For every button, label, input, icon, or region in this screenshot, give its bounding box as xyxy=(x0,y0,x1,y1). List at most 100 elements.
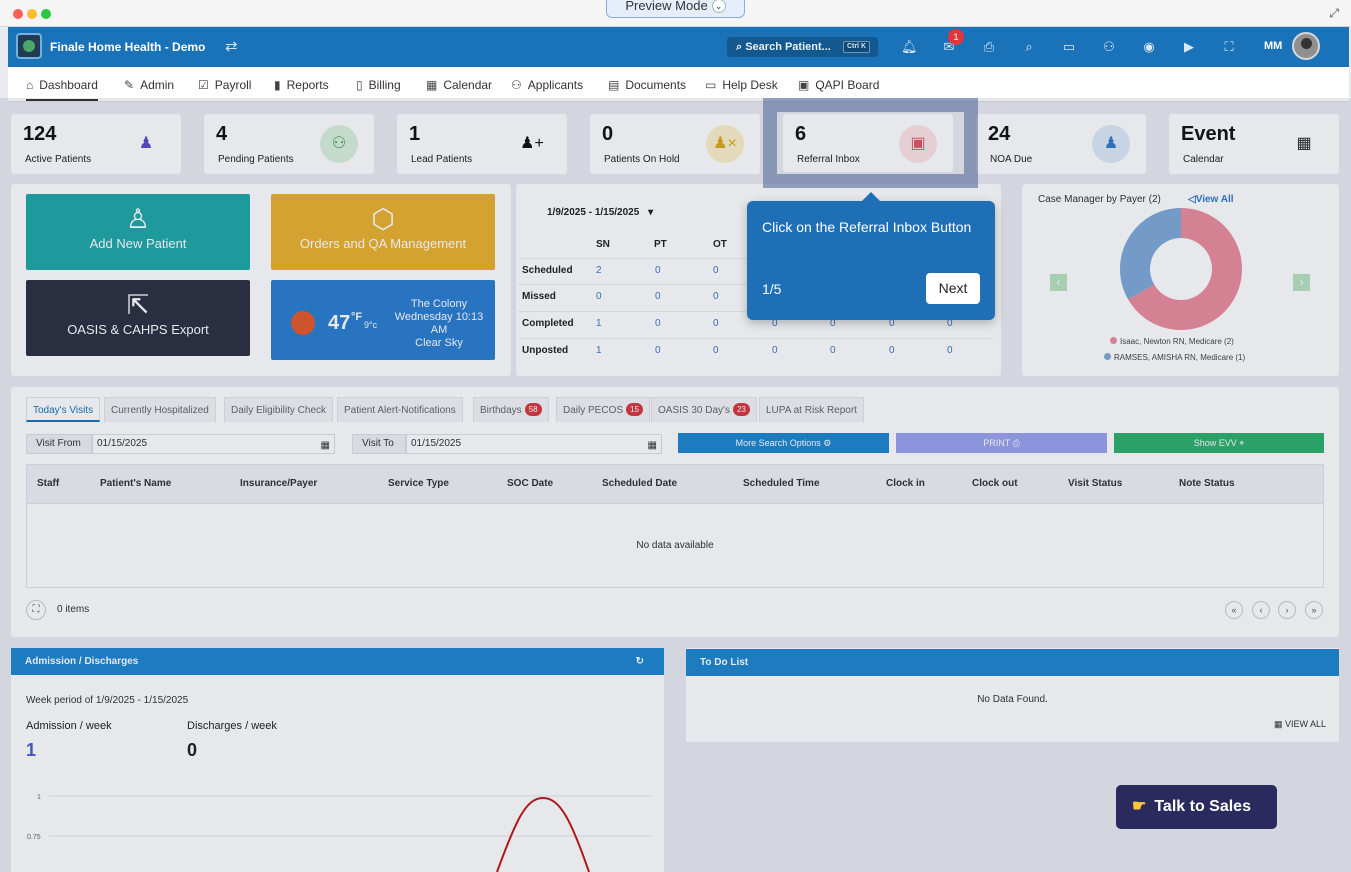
maximize-window-dot[interactable] xyxy=(41,9,51,19)
nav-calendar[interactable]: ▦ Calendar xyxy=(426,78,492,92)
cell[interactable]: 0 xyxy=(713,291,719,302)
tab-currently-hospitalized[interactable]: Currently Hospitalized xyxy=(104,397,216,422)
cell[interactable]: 0 xyxy=(947,345,953,356)
calendar-icon: ▦ xyxy=(426,78,438,92)
add-new-patient-tile[interactable]: ♙ Add New Patient xyxy=(26,194,250,270)
cell[interactable]: 0 xyxy=(655,265,661,276)
cell[interactable]: 0 xyxy=(889,345,895,356)
stat-patients-on-hold[interactable]: 0 Patients On Hold ♟× xyxy=(590,114,760,174)
tab-daily-eligibility[interactable]: Daily Eligibility Check xyxy=(224,397,334,422)
th-visit-status[interactable]: Visit Status xyxy=(1068,478,1122,489)
tab-label: Today's Visits xyxy=(33,405,94,416)
next-arrow-icon[interactable]: › xyxy=(1293,274,1310,291)
todo-view-all[interactable]: ▦ VIEW ALL xyxy=(1274,719,1326,730)
printer-icon[interactable]: ⎙ xyxy=(981,39,997,55)
cell[interactable]: 0 xyxy=(655,291,661,302)
nav-admin[interactable]: ✎ Admin xyxy=(124,78,174,92)
tour-next-button[interactable]: Next xyxy=(926,273,980,304)
stat-referral-inbox[interactable]: 6 Referral Inbox ▣ xyxy=(783,114,953,172)
cell[interactable]: 0 xyxy=(830,345,836,356)
chat-icon[interactable]: ▭ xyxy=(1061,39,1077,55)
view-all-link[interactable]: ◁View All xyxy=(1188,194,1234,205)
show-evv-button[interactable]: Show EVV ⌖ xyxy=(1114,433,1324,453)
th-scheduled-time[interactable]: Scheduled Time xyxy=(743,478,820,489)
weather-unit-f: °F xyxy=(351,311,363,323)
preview-mode-pill[interactable]: Preview Mode ⌄ xyxy=(606,0,745,18)
th-insurance[interactable]: Insurance/Payer xyxy=(240,478,317,489)
cell[interactable]: 0 xyxy=(655,345,661,356)
prev-arrow-icon[interactable]: ‹ xyxy=(1050,274,1067,291)
stat-pending-patients[interactable]: 4 Pending Patients ⚇ xyxy=(204,114,374,174)
more-search-options-button[interactable]: More Search Options ⚙ xyxy=(678,433,889,453)
switch-agency-icon[interactable]: ⇄ xyxy=(225,37,238,55)
tab-daily-pecos[interactable]: Daily PECOS 15 xyxy=(556,397,650,422)
fullscreen-icon[interactable]: ⛶ xyxy=(1221,39,1237,55)
weather-temp: 47 xyxy=(328,312,351,334)
video-icon[interactable]: ▶ xyxy=(1181,39,1197,55)
th-soc-date[interactable]: SOC Date xyxy=(507,478,553,489)
talk-to-sales-button[interactable]: ☛ Talk to Sales xyxy=(1116,785,1277,829)
minimize-window-dot[interactable] xyxy=(27,9,37,19)
donut-slice-1[interactable] xyxy=(1120,208,1182,300)
magnifier-icon[interactable]: ⌕ xyxy=(1021,39,1037,55)
group-icon: ⚇ xyxy=(320,125,358,163)
tab-lupa-risk[interactable]: LUPA at Risk Report xyxy=(759,397,864,422)
nav-help-desk[interactable]: ▭ Help Desk xyxy=(705,78,778,92)
user-avatar[interactable] xyxy=(1292,32,1320,60)
nav-dashboard[interactable]: ⌂ Dashboard xyxy=(26,78,98,101)
th-scheduled-date[interactable]: Scheduled Date xyxy=(602,478,677,489)
cell[interactable]: 1 xyxy=(596,345,602,356)
next-page-icon[interactable]: › xyxy=(1278,601,1296,619)
prev-page-icon[interactable]: ‹ xyxy=(1252,601,1270,619)
expand-table-icon[interactable]: ⛶ xyxy=(26,600,46,620)
stat-event-calendar[interactable]: Event Calendar ▦ xyxy=(1169,114,1339,174)
stat-lead-patients[interactable]: 1 Lead Patients ♟+ xyxy=(397,114,567,174)
cell[interactable]: 1 xyxy=(596,318,602,329)
tab-todays-visits[interactable]: Today's Visits xyxy=(26,397,101,422)
tab-birthdays[interactable]: Birthdays 58 xyxy=(473,397,549,422)
nav-payroll[interactable]: ☑ Payroll xyxy=(198,78,251,92)
nav-qapi-board[interactable]: ▣ QAPI Board xyxy=(798,78,879,92)
th-service-type[interactable]: Service Type xyxy=(388,478,449,489)
calendar-icon[interactable]: ▦ xyxy=(648,437,657,455)
refresh-icon[interactable]: ↻ xyxy=(636,648,644,675)
cell[interactable]: 2 xyxy=(596,265,602,276)
nav-reports[interactable]: ▮ Reports xyxy=(274,78,329,92)
user-initials[interactable]: MM xyxy=(1264,40,1282,52)
cell[interactable]: 0 xyxy=(713,265,719,276)
print-button[interactable]: PRINT ⎙ xyxy=(896,433,1107,453)
th-patient-name[interactable]: Patient's Name xyxy=(100,478,171,489)
tab-label: Birthdays xyxy=(480,405,522,416)
search-patient-button[interactable]: ⌕ Search Patient... Ctrl K xyxy=(727,37,878,57)
visit-to-input[interactable]: 01/15/2025 ▦ xyxy=(406,434,662,454)
first-page-icon[interactable]: « xyxy=(1225,601,1243,619)
nav-applicants[interactable]: ⚇ Applicants xyxy=(511,78,583,92)
th-clock-in[interactable]: Clock in xyxy=(886,478,925,489)
close-window-dot[interactable] xyxy=(13,9,23,19)
stat-noa-due[interactable]: 24 NOA Due ♟ xyxy=(976,114,1146,174)
oasis-export-tile[interactable]: ⇱ OASIS & CAHPS Export xyxy=(26,280,250,356)
cell[interactable]: 0 xyxy=(655,318,661,329)
nav-billing[interactable]: ▯ Billing xyxy=(356,78,401,92)
cell[interactable]: 0 xyxy=(713,345,719,356)
tab-oasis-30-days[interactable]: OASIS 30 Day's 23 xyxy=(651,397,757,422)
cell[interactable]: 0 xyxy=(596,291,602,302)
cell[interactable]: 0 xyxy=(772,345,778,356)
cell[interactable]: 0 xyxy=(713,318,719,329)
th-staff[interactable]: Staff xyxy=(37,478,59,489)
th-note-status[interactable]: Note Status xyxy=(1179,478,1235,489)
bell-icon[interactable]: 🔔︎ xyxy=(901,39,918,55)
last-page-icon[interactable]: » xyxy=(1305,601,1323,619)
date-range-select[interactable]: 1/9/2025 - 1/15/2025 ▾ xyxy=(547,207,653,218)
camera-icon[interactable]: ◉ xyxy=(1141,39,1157,55)
nav-documents[interactable]: ▤ Documents xyxy=(608,78,686,92)
th-clock-out[interactable]: Clock out xyxy=(972,478,1018,489)
visit-from-input[interactable]: 01/15/2025 ▦ xyxy=(92,434,335,454)
orders-qa-tile[interactable]: ⬡ Orders and QA Management xyxy=(271,194,495,270)
location-pin-icon: ⌖ xyxy=(1239,438,1245,448)
tab-patient-alerts[interactable]: Patient Alert-Notifications xyxy=(337,397,463,422)
users-icon[interactable]: ⚇ xyxy=(1101,39,1117,55)
calendar-icon[interactable]: ▦ xyxy=(321,437,330,455)
stat-active-patients[interactable]: 124 Active Patients ♟ xyxy=(11,114,181,174)
expand-icon[interactable]: ⤢ xyxy=(1329,6,1339,21)
